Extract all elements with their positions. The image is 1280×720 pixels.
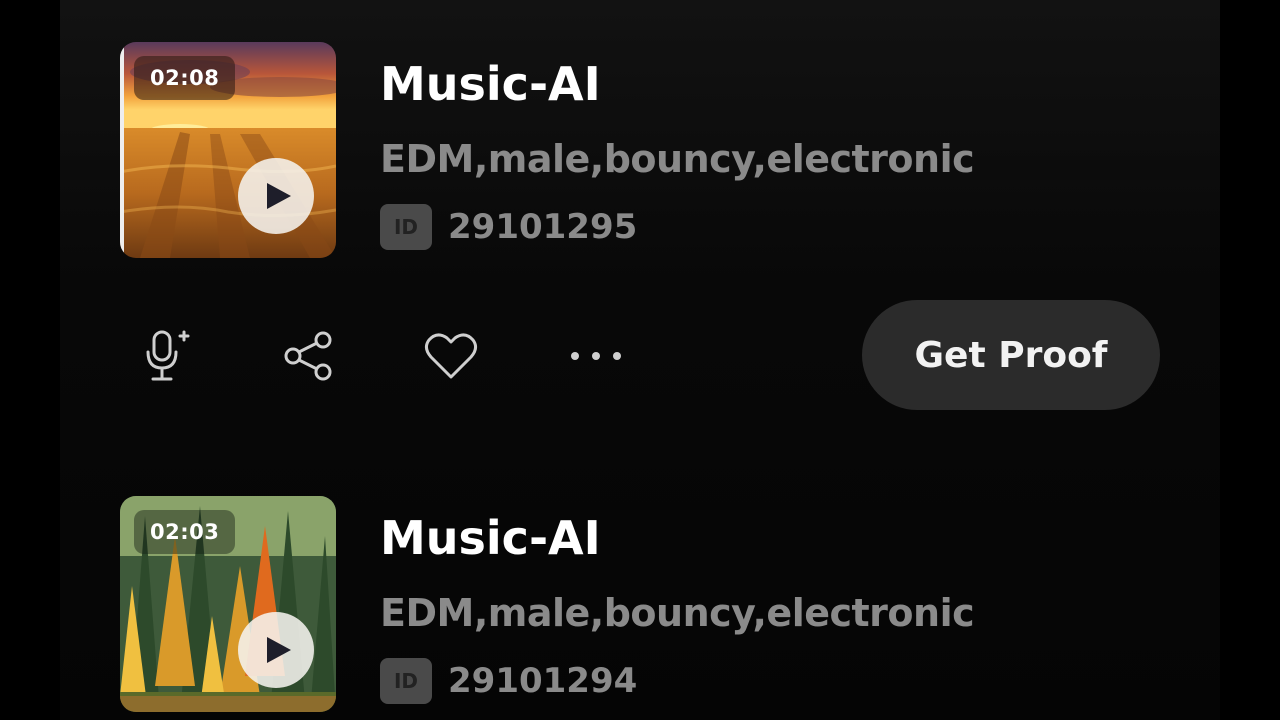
track-id-value: 29101295	[448, 207, 638, 247]
play-button[interactable]	[238, 612, 314, 688]
track-cover[interactable]: 02:03	[120, 496, 336, 712]
track-title[interactable]: Music-AI	[380, 54, 601, 114]
track-duration: 02:03	[134, 510, 236, 554]
heart-icon[interactable]	[423, 328, 479, 384]
id-badge: ID	[380, 204, 432, 250]
track-title[interactable]: Music-AI	[380, 508, 601, 568]
track-actions: Get Proof	[120, 300, 1160, 410]
more-dots-icon[interactable]	[568, 328, 624, 384]
play-button[interactable]	[238, 158, 314, 234]
track-tags: EDM,male,bouncy,electronic	[380, 137, 975, 181]
track-cover[interactable]: 02:08	[120, 42, 336, 258]
play-icon	[266, 637, 291, 663]
track-id-value: 29101294	[448, 661, 638, 701]
track-id-row: ID 29101294	[380, 658, 637, 704]
microphone-sparkle-icon[interactable]	[138, 328, 194, 384]
get-proof-button[interactable]: Get Proof	[862, 300, 1160, 410]
track-tags: EDM,male,bouncy,electronic	[380, 591, 975, 635]
share-icon[interactable]	[280, 328, 336, 384]
play-icon	[266, 183, 291, 209]
track-duration: 02:08	[134, 56, 236, 100]
track-id-row: ID 29101295	[380, 204, 637, 250]
id-badge: ID	[380, 658, 432, 704]
